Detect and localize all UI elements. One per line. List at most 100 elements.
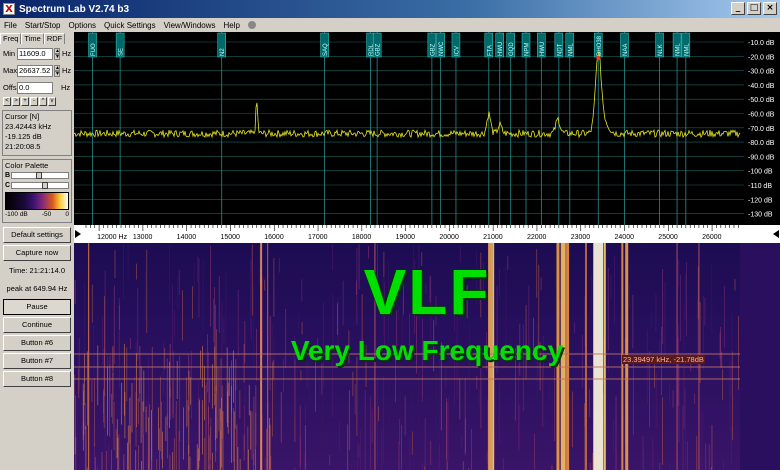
contrast-thumb[interactable]: [42, 182, 48, 189]
axis-tick-label: 21000: [483, 234, 503, 241]
db-tick-label: -80.0 dB: [748, 140, 775, 147]
contrast-row: C: [5, 181, 69, 190]
spectrum-trace: [74, 51, 741, 139]
station-marker[interactable]: SE: [115, 32, 125, 58]
menu-view-windows[interactable]: View/Windows: [160, 21, 220, 30]
peak-readout: peak at 649.94 Hz: [6, 284, 68, 293]
waterfall-sweep-row: [74, 378, 740, 380]
axis-tick-label: 17000: [308, 234, 328, 241]
menu-start-stop[interactable]: Start/Stop: [21, 21, 65, 30]
max-unit: Hz: [62, 66, 72, 75]
offs-row: Offs 0.0 Hz: [0, 80, 74, 95]
db-tick-label: -130 dB: [748, 212, 773, 219]
max-spinner[interactable]: ▲ ▼: [54, 64, 60, 77]
axis-unit-label: 12000 Hz: [97, 234, 127, 241]
axis-tick-label: 16000: [264, 234, 284, 241]
spectrum-graph[interactable]: -10.0 dB -20.0 dB -30.0 dB -40.0 dB -50.0 dB…: [74, 32, 780, 225]
zoom-in-button[interactable]: +: [21, 97, 29, 106]
scroll-right-button[interactable]: >: [12, 97, 20, 106]
scroll-left-button[interactable]: <: [3, 97, 11, 106]
station-marker[interactable]: GQD: [506, 32, 516, 58]
station-marker[interactable]: ICV: [451, 32, 461, 58]
station-marker[interactable]: N2: [217, 32, 227, 58]
contrast-slider[interactable]: [11, 182, 69, 189]
station-marker-label: NWC: [439, 41, 445, 56]
db-tick-label: -90.0 dB: [748, 154, 775, 161]
min-freq-field[interactable]: 11609.0: [17, 47, 53, 60]
station-marker-label: GBZ: [430, 43, 436, 56]
db-tick-label: -100 dB: [748, 169, 773, 176]
station-marker-label: NAA: [623, 44, 629, 56]
station-marker[interactable]: NML: [672, 32, 682, 58]
pause-button[interactable]: Pause: [3, 299, 71, 315]
station-marker[interactable]: NWC: [436, 32, 446, 58]
station-marker[interactable]: NPM: [521, 32, 531, 58]
app-icon: X: [3, 3, 15, 15]
control-panel: Freq Time RDF Min 11609.0 ▲ ▼ Hz Max 2663…: [0, 32, 74, 470]
tab-freq[interactable]: Freq: [0, 33, 22, 44]
axis-right-arrow-icon[interactable]: [773, 230, 779, 238]
title-bar: X Spectrum Lab V2.74 b3 _ □ ×: [0, 0, 780, 18]
button-6[interactable]: Button #6: [3, 335, 71, 351]
station-marker[interactable]: HWU: [495, 32, 505, 58]
button-7[interactable]: Button #7: [3, 353, 71, 369]
scroll-down-button[interactable]: v: [48, 97, 56, 106]
menu-quick-settings[interactable]: Quick Settings: [100, 21, 160, 30]
menu-options[interactable]: Options: [64, 21, 100, 30]
station-marker[interactable]: FUO: [88, 32, 98, 58]
station-marker-label: HWU: [498, 42, 504, 56]
station-marker-label: NDT: [557, 43, 563, 56]
brightness-thumb[interactable]: [36, 172, 42, 179]
minimize-button[interactable]: _: [731, 2, 745, 15]
status-led-icon: [247, 21, 256, 29]
station-marker[interactable]: GBZ: [427, 32, 437, 58]
station-marker[interactable]: GBZ: [372, 32, 382, 58]
offs-field[interactable]: 0.0: [17, 81, 53, 94]
axis-left-arrow-icon[interactable]: [75, 230, 81, 238]
tab-time[interactable]: Time: [21, 33, 44, 44]
db-tick-label: -50.0 dB: [748, 97, 775, 104]
button-8[interactable]: Button #8: [3, 371, 71, 387]
station-marker[interactable]: NDT: [554, 32, 564, 58]
db-tick-label: -20.0 dB: [748, 54, 775, 61]
station-marker[interactable]: NML: [565, 32, 575, 58]
default-settings-button[interactable]: Default settings: [3, 227, 71, 243]
axis-tick-label: 20000: [439, 234, 459, 241]
tab-strip: Freq Time RDF: [0, 33, 74, 44]
axis-tick-label: 19000: [396, 234, 416, 241]
station-marker[interactable]: NAA: [620, 32, 630, 58]
min-row: Min 11609.0 ▲ ▼ Hz: [0, 46, 74, 61]
db-tick-label: -10.0 dB: [748, 40, 775, 47]
station-marker-label: HWU: [540, 42, 546, 56]
db-tick-label: -40.0 dB: [748, 83, 775, 90]
waterfall-cursor-readout: 23.39497 kHz, -21.78dB: [622, 355, 705, 364]
frequency-axis[interactable]: 12000 Hz 13000 14000 15000 16000 17000 18000 19…: [74, 225, 780, 243]
station-marker-label: GQD: [509, 42, 515, 56]
continue-button[interactable]: Continue: [3, 317, 71, 333]
station-marker[interactable]: HWU: [537, 32, 546, 58]
menu-help[interactable]: Help: [220, 21, 244, 30]
capture-now-button[interactable]: Capture now: [3, 245, 71, 261]
min-spinner[interactable]: ▲ ▼: [54, 47, 60, 60]
palette-scale-mid: -50: [41, 211, 52, 218]
scroll-buttons: < > + - ^ v: [0, 97, 74, 106]
max-freq-field[interactable]: 26637.52: [17, 64, 53, 77]
close-button[interactable]: ×: [763, 2, 777, 15]
station-marker[interactable]: FTA: [484, 32, 494, 58]
palette-scale-min: -100 dB: [5, 211, 28, 218]
maximize-button[interactable]: □: [747, 2, 761, 15]
station-marker[interactable]: SAQ: [320, 32, 330, 58]
station-marker-label: NPM: [525, 43, 531, 56]
waterfall-display[interactable]: VLF Very Low Frequency 23.39497 kHz, -21…: [74, 243, 780, 470]
station-marker[interactable]: NLK: [655, 32, 665, 58]
menu-file[interactable]: File: [0, 21, 21, 30]
tab-rdf[interactable]: RDF: [43, 33, 66, 44]
palette-gradient: [5, 192, 69, 210]
zoom-out-button[interactable]: -: [30, 97, 38, 106]
brightness-slider[interactable]: [11, 172, 69, 179]
scroll-up-button[interactable]: ^: [39, 97, 47, 106]
offs-unit: Hz: [61, 83, 71, 92]
db-tick-label: -110 dB: [748, 183, 772, 190]
station-marker[interactable]: NML: [681, 32, 691, 58]
cursor-level: -19.125 dB: [5, 132, 42, 141]
